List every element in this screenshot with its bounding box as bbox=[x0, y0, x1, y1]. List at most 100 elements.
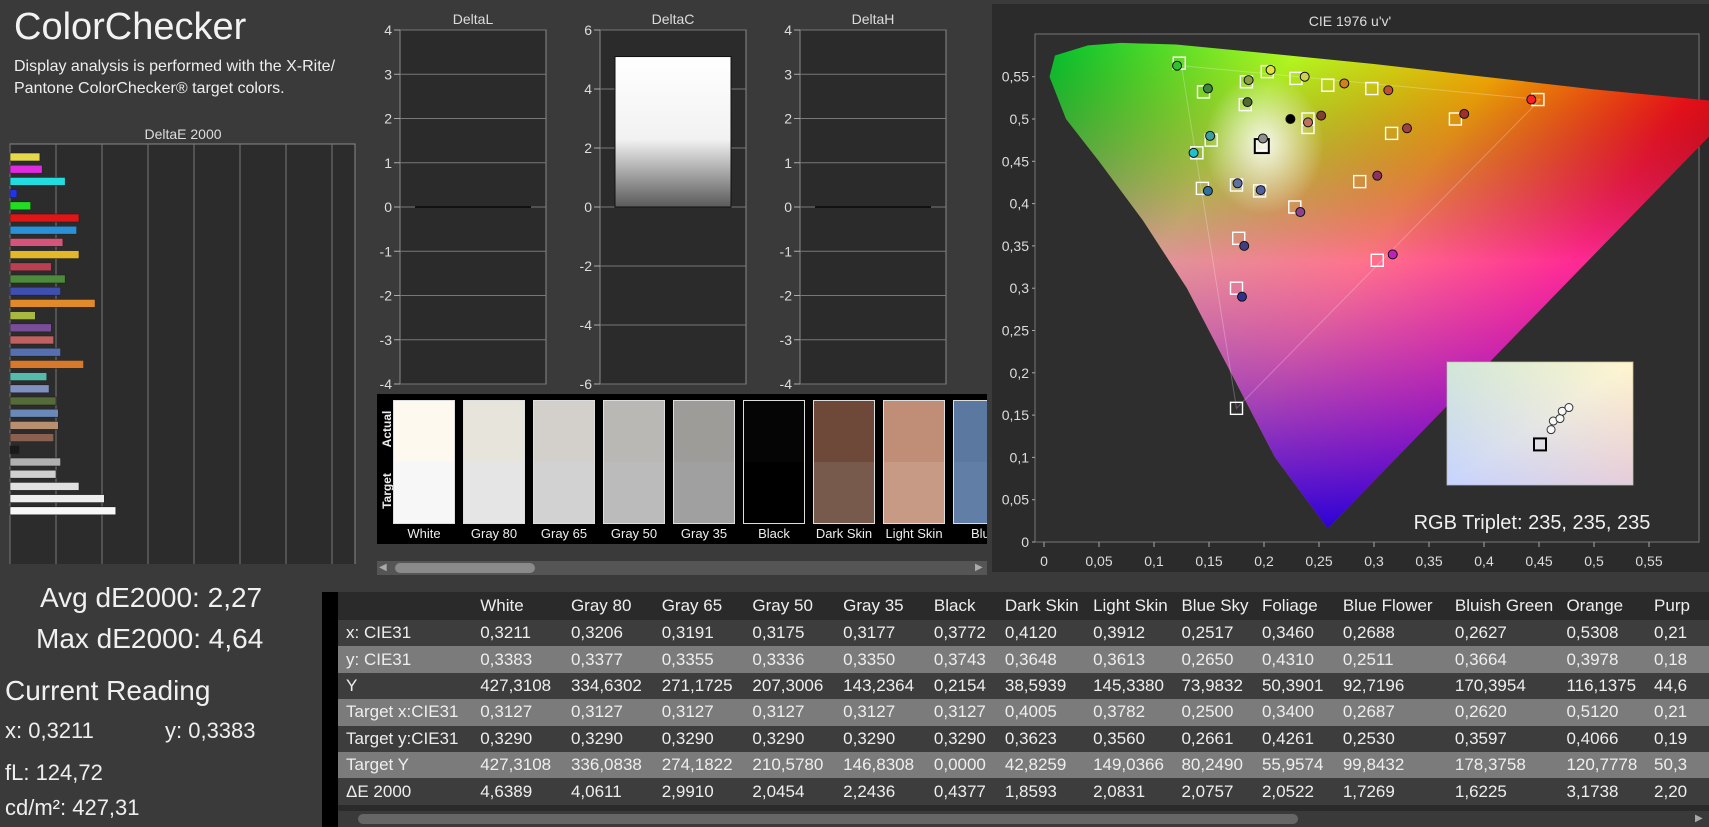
delta-y-tick: 4 bbox=[584, 81, 592, 97]
swatch-label: Dark Skin bbox=[815, 526, 873, 541]
table-cell: 0,3127 bbox=[562, 699, 654, 726]
table-column-header[interactable]: Gray 50 bbox=[744, 592, 836, 620]
swatch-label: White bbox=[407, 526, 441, 541]
de-bar bbox=[9, 323, 52, 333]
table-column-header[interactable]: Foliage bbox=[1253, 592, 1335, 620]
swatch-gray-80[interactable]: Gray 80 bbox=[463, 400, 525, 544]
swatch-black[interactable]: Black bbox=[743, 400, 805, 544]
table-row-label: Target Y bbox=[322, 751, 473, 779]
table-column-header[interactable]: Light Skin bbox=[1085, 592, 1174, 620]
table-cell: 0,3772 bbox=[925, 620, 997, 647]
delta-y-tick: 1 bbox=[384, 155, 392, 171]
swatch-blue[interactable]: Blue bbox=[953, 400, 987, 544]
table-column-header[interactable]: Orange bbox=[1558, 592, 1647, 620]
table-column-header[interactable]: Gray 80 bbox=[562, 592, 654, 620]
table-row: Target y:CIE31 0,3290 0,3290 0,3290 0,3290 0,… bbox=[322, 725, 1709, 752]
cie-y-tick: 0,2 bbox=[1010, 365, 1030, 381]
rgb-triplet: RGB Triplet: 235, 235, 235 bbox=[1414, 512, 1651, 534]
table-cell: 50,3 bbox=[1646, 751, 1709, 779]
table-cell: 3,1738 bbox=[1558, 778, 1647, 805]
de-bar bbox=[9, 164, 43, 174]
delta-chart-deltah: DeltaH 4 3 2 1 0 -1 -2 -3 -4 bbox=[780, 11, 947, 392]
cie-y-tick: 0 bbox=[1021, 534, 1029, 550]
swatch-gray-35[interactable]: Gray 35 bbox=[673, 400, 735, 544]
cie-measured-point bbox=[1295, 207, 1306, 218]
swatch-box bbox=[533, 400, 595, 524]
table-cell: 0,4310 bbox=[1253, 646, 1335, 673]
table-cell: 0,3290 bbox=[562, 725, 654, 752]
table-column-header[interactable]: Purp bbox=[1646, 592, 1709, 620]
table-cell: 0,3290 bbox=[653, 725, 745, 752]
delta-y-tick: 4 bbox=[384, 22, 392, 38]
cie-measured-point bbox=[1372, 170, 1383, 181]
swatch-box bbox=[813, 400, 875, 524]
cie-x-tick: 0,35 bbox=[1415, 553, 1442, 569]
de-bar bbox=[9, 274, 66, 284]
swatch-target-color bbox=[604, 462, 664, 523]
table-cell: 1,7269 bbox=[1334, 778, 1447, 805]
swatch-gray-50[interactable]: Gray 50 bbox=[603, 400, 665, 544]
table-cell: 0,4261 bbox=[1253, 725, 1335, 752]
table-cell: 0,3290 bbox=[744, 725, 836, 752]
table-cell: 336,0838 bbox=[562, 751, 654, 779]
table-cell: 0,3978 bbox=[1558, 646, 1647, 673]
table-cell: 0,3127 bbox=[472, 699, 563, 726]
swatch-actual-color bbox=[954, 401, 987, 462]
swatch-box bbox=[743, 400, 805, 524]
table-cell: 0,3648 bbox=[996, 646, 1086, 673]
table-column-header[interactable]: Blue Flower bbox=[1334, 592, 1447, 620]
measurement-table: White Gray 80 Gray 65 Gray 50 Gray 35 Black Da… bbox=[322, 592, 1709, 827]
table-cell: 143,2364 bbox=[835, 672, 926, 700]
cie-y-tick: 0,15 bbox=[1002, 407, 1029, 423]
table-column-header[interactable]: Gray 35 bbox=[835, 592, 926, 620]
current-y: y: 0,3383 bbox=[165, 718, 256, 743]
table-column-header[interactable]: Blue Sky bbox=[1173, 592, 1254, 620]
table-scrollbar[interactable]: ▶ bbox=[338, 811, 1709, 827]
table-cell: 427,3108 bbox=[472, 751, 563, 779]
de-bar bbox=[9, 189, 18, 198]
delta-y-tick: 2 bbox=[384, 111, 392, 127]
scroll-right-icon[interactable]: ▶ bbox=[975, 563, 985, 573]
swatch-white[interactable]: White bbox=[393, 400, 455, 544]
table-cell: 427,3108 bbox=[472, 672, 563, 700]
delta-y-tick: -4 bbox=[580, 317, 593, 333]
delta-y-tick: -3 bbox=[780, 332, 793, 348]
de-bar bbox=[9, 225, 77, 235]
table-cell: 0,4066 bbox=[1558, 725, 1647, 752]
table-cell: 55,9574 bbox=[1253, 751, 1335, 779]
scroll-thumb[interactable] bbox=[395, 563, 535, 573]
delta-y-tick: 0 bbox=[784, 199, 792, 215]
delta-y-tick: -3 bbox=[380, 332, 393, 348]
delta-y-tick: -4 bbox=[780, 376, 793, 392]
delta-y-tick: 0 bbox=[584, 199, 592, 215]
table-column-header[interactable]: White bbox=[472, 592, 563, 620]
table-scroll-right-icon[interactable]: ▶ bbox=[1695, 812, 1707, 826]
de-bar bbox=[9, 469, 57, 479]
table-row-label: x: CIE31 bbox=[322, 620, 473, 647]
table-column-header[interactable]: Bluish Green bbox=[1446, 592, 1559, 620]
table-cell: 2,0831 bbox=[1085, 778, 1174, 805]
de-bar bbox=[9, 177, 66, 186]
swatch-light-skin[interactable]: Light Skin bbox=[883, 400, 945, 544]
table-column-header[interactable]: Gray 65 bbox=[653, 592, 745, 620]
delta-y-tick: 0 bbox=[384, 199, 392, 215]
table-cell: 0,3290 bbox=[925, 725, 997, 752]
delta-chart-title: DeltaL bbox=[453, 11, 494, 27]
table-column-header[interactable]: Black bbox=[925, 592, 997, 620]
swatch-label: Gray 50 bbox=[610, 526, 658, 541]
scroll-left-icon[interactable]: ◀ bbox=[379, 563, 389, 573]
table-row: x: CIE31 0,3211 0,3206 0,3191 0,3175 0,3177 0,… bbox=[322, 620, 1709, 647]
table-column-header[interactable]: Dark Skin bbox=[996, 592, 1086, 620]
cie-measured-point bbox=[1459, 108, 1470, 119]
table-scroll-thumb[interactable] bbox=[358, 814, 1298, 824]
delta-lch-charts: DeltaL43210-1-2-3-4DeltaC6420-2-4-6Delta… bbox=[380, 11, 947, 392]
swatch-panel: Actual Target White Gray 80 Gray 65 Gray 50… bbox=[377, 394, 987, 544]
table-cell: 1,8593 bbox=[996, 778, 1086, 805]
table-cell: 0,3290 bbox=[835, 725, 926, 752]
table-cell: 0,5120 bbox=[1558, 699, 1647, 726]
cie-x-tick: 0,15 bbox=[1195, 553, 1222, 569]
swatch-scrollbar[interactable]: ◀ ▶ bbox=[377, 561, 987, 575]
delta-y-tick: 2 bbox=[584, 140, 592, 156]
swatch-dark-skin[interactable]: Dark Skin bbox=[813, 400, 875, 544]
swatch-gray-65[interactable]: Gray 65 bbox=[533, 400, 595, 544]
